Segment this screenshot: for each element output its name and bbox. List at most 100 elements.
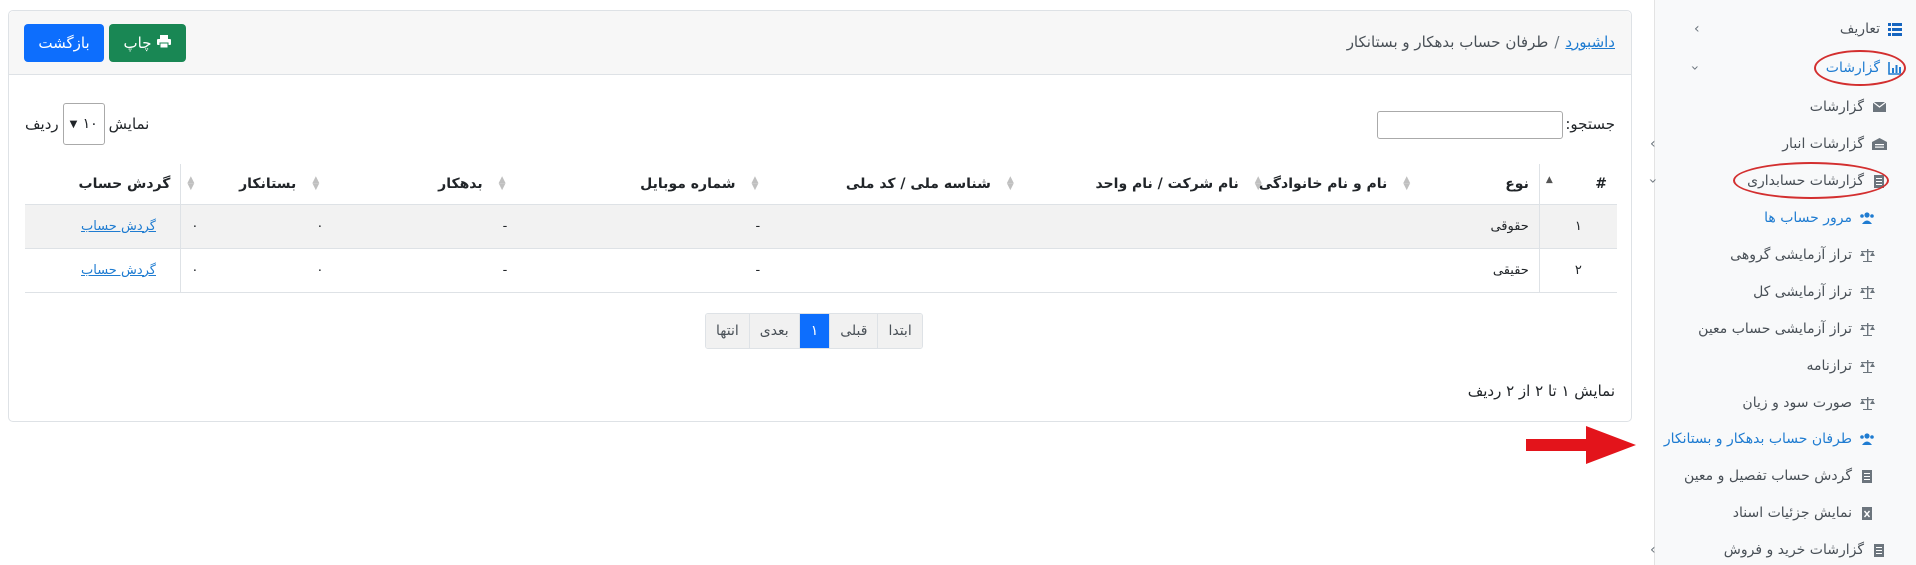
cell-credit: ۰ — [180, 204, 307, 249]
page-length-control: نمایش ۱۰ ▼ ردیف — [25, 103, 149, 145]
parties-table: # ▲ نوع ▲ ▼ نام و نام خانوادگی ▲ ▼ نام شرکت /… — [25, 164, 1617, 293]
column-header-debit[interactable]: بدهکار ▲ ▼ — [306, 164, 493, 205]
balance-icon — [1858, 358, 1876, 374]
page-length-value: ۱۰ — [82, 116, 98, 132]
table-header-row: # ▲ نوع ▲ ▼ نام و نام خانوادگی ▲ ▼ نام شرکت /… — [25, 164, 1617, 205]
pagination-first[interactable]: ابتدا — [877, 314, 922, 348]
sidebar-item-reports-general[interactable]: گزارشات — [1648, 92, 1888, 122]
column-header-credit[interactable]: بستانکار ▲ ▼ — [180, 164, 307, 205]
chevron-left-icon: ‹ — [1650, 136, 1656, 152]
sidebar-item-label: صورت سود و زیان — [1742, 395, 1852, 411]
sidebar-item-warehouse-reports[interactable]: گزارشات انبار ‹ — [1648, 129, 1888, 159]
sidebar-item-label: ترازنامه — [1806, 358, 1852, 374]
print-button[interactable]: چاپ — [109, 24, 186, 62]
sidebar-item-label: طرفان حساب بدهکار و بستانکار — [1663, 431, 1852, 447]
sort-asc-icon: ▲ — [1545, 175, 1553, 185]
sidebar-item-trial-balance-total[interactable]: تراز آزمایشی کل — [1636, 277, 1876, 307]
sort-icon: ▲ ▼ — [1403, 175, 1411, 192]
cell-national-id: - — [745, 248, 1001, 293]
table-row: ۲ حقیقی - - ۰ ۰ گردش حساب — [25, 248, 1617, 293]
cell-full-name — [1248, 248, 1398, 293]
sidebar-item-label: تعاریف — [1839, 21, 1880, 37]
chevron-left-icon: ‹ — [1694, 21, 1700, 37]
column-header-full-name[interactable]: نام و نام خانوادگی ▲ ▼ — [1248, 164, 1398, 205]
sidebar-item-detail-account-turnover[interactable]: گردش حساب تفصیل و معین — [1636, 461, 1876, 491]
balance-icon — [1858, 284, 1876, 300]
breadcrumb-home-link[interactable]: داشبورد — [1565, 33, 1615, 51]
warehouse-icon — [1870, 136, 1888, 152]
sidebar-item-income-statement[interactable]: صورت سود و زیان — [1636, 388, 1876, 418]
cell-turnover: گردش حساب — [25, 204, 182, 249]
search-input[interactable] — [1377, 111, 1563, 139]
chevron-down-icon: ▼ — [69, 118, 78, 130]
column-header-number[interactable]: # ▲ — [1538, 164, 1617, 205]
sidebar-item-trial-balance-group[interactable]: تراز آزمایشی گروهی — [1636, 240, 1876, 270]
column-header-turnover: گردش حساب — [25, 164, 182, 205]
table-row: ۱ حقوقی - - ۰ ۰ گردش حساب — [25, 204, 1617, 249]
sort-icon: ▲ ▼ — [312, 175, 320, 192]
pagination-page-1[interactable]: ۱ — [798, 314, 830, 348]
cell-company-name — [1000, 204, 1249, 249]
sidebar-item-label: تراز آزمایشی گروهی — [1730, 247, 1852, 263]
users-icon — [1858, 210, 1876, 226]
chevron-down-icon: ‹ — [1644, 178, 1661, 184]
chevron-down-icon: ‹ — [1686, 65, 1703, 71]
page-length-select[interactable]: ۱۰ ▼ — [62, 103, 105, 145]
pagination-last[interactable]: انتها — [706, 314, 749, 348]
sidebar-item-label: تراز آزمایشی کل — [1753, 284, 1852, 300]
sidebar-item-purchase-sales-reports[interactable]: گزارشات خرید و فروش ‹ — [1648, 535, 1888, 565]
breadcrumb: داشبورد / طرفان حساب بدهکار و بستانکار — [1347, 33, 1615, 51]
cell-credit: ۰ — [180, 248, 307, 293]
printer-icon — [157, 34, 172, 52]
annotation-ellipse — [1733, 162, 1889, 199]
breadcrumb-separator: / — [1554, 33, 1560, 51]
column-header-mobile[interactable]: شماره موبایل ▲ ▼ — [492, 164, 746, 205]
back-button[interactable]: بازگشت — [24, 24, 104, 62]
sidebar-item-document-details[interactable]: نمایش جزئیات اسناد — [1636, 498, 1876, 528]
balance-icon — [1858, 321, 1876, 337]
sidebar-item-label: گردش حساب تفصیل و معین — [1684, 468, 1852, 484]
envelope-icon — [1870, 99, 1888, 115]
back-button-label: بازگشت — [38, 34, 90, 52]
cell-debit: ۰ — [306, 248, 493, 293]
sidebar-item-debtor-creditor-parties[interactable]: طرفان حساب بدهکار و بستانکار — [1636, 424, 1876, 454]
search-label: جستجو: — [1565, 115, 1615, 133]
pagination-next[interactable]: بعدی — [748, 314, 799, 348]
annotation-ellipse — [1814, 50, 1906, 86]
cell-company-name — [1000, 248, 1249, 293]
users-icon — [1858, 431, 1876, 447]
pagination-previous[interactable]: قبلی — [829, 314, 878, 348]
cell-national-id: - — [745, 204, 1001, 249]
turnover-link[interactable]: گردش حساب — [81, 219, 156, 234]
report-card: داشبورد / طرفان حساب بدهکار و بستانکار چاپ… — [8, 10, 1632, 422]
sidebar-item-trial-balance-subsidiary[interactable]: تراز آزمایشی حساب معین — [1636, 314, 1876, 344]
balance-icon — [1858, 247, 1876, 263]
sort-icon: ▲ ▼ — [1254, 175, 1262, 192]
column-header-national-id[interactable]: شناسه ملی / کد ملی ▲ ▼ — [745, 164, 1001, 205]
file-icon — [1870, 542, 1888, 558]
cell-number: ۱ — [1538, 204, 1617, 249]
pagination: ابتدا قبلی ۱ بعدی انتها — [705, 313, 923, 349]
sidebar-item-label: تراز آزمایشی حساب معین — [1698, 321, 1852, 337]
column-header-type[interactable]: نوع ▲ ▼ — [1397, 164, 1540, 205]
cell-number: ۲ — [1538, 248, 1617, 293]
balance-icon — [1858, 395, 1876, 411]
excel-file-icon — [1858, 505, 1876, 521]
breadcrumb-current: طرفان حساب بدهکار و بستانکار — [1346, 33, 1549, 51]
sidebar-item-account-review[interactable]: مرور حساب ها — [1636, 203, 1876, 233]
sidebar-item-balance-sheet[interactable]: ترازنامه — [1636, 351, 1876, 381]
annotation-arrow-icon — [1526, 426, 1636, 464]
sidebar-item-definitions[interactable]: تعاریف ‹ — [1664, 14, 1904, 44]
cell-type: حقیقی — [1397, 248, 1540, 293]
cell-mobile: - — [492, 248, 746, 293]
sidebar-item-label: مرور حساب ها — [1764, 210, 1852, 226]
card-header: داشبورد / طرفان حساب بدهکار و بستانکار چاپ… — [9, 11, 1631, 75]
sort-icon: ▲ ▼ — [751, 175, 759, 192]
turnover-link[interactable]: گردش حساب — [81, 263, 156, 278]
cell-full-name — [1248, 204, 1398, 249]
column-header-company-name[interactable]: نام شرکت / نام واحد ▲ ▼ — [1000, 164, 1249, 205]
file-icon — [1858, 468, 1876, 484]
sidebar-item-label: نمایش جزئیات اسناد — [1732, 505, 1852, 521]
sort-icon: ▲ ▼ — [187, 175, 195, 192]
sort-icon: ▲ ▼ — [498, 175, 506, 192]
